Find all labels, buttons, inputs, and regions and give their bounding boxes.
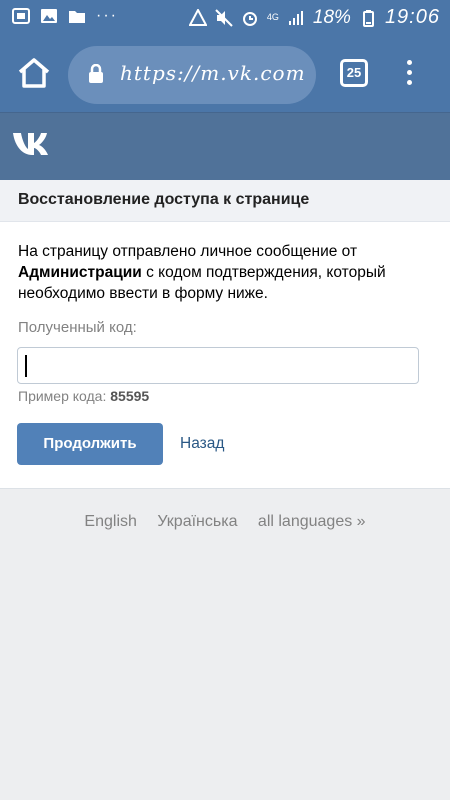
warning-icon — [188, 8, 207, 26]
home-icon[interactable] — [16, 56, 52, 90]
language-english-link[interactable]: English — [84, 513, 136, 530]
more-notifications-icon: ··· — [96, 7, 118, 24]
code-field-label: Полученный код: — [18, 319, 137, 336]
language-links: English Українська all languages » — [0, 513, 450, 531]
code-input[interactable] — [17, 347, 419, 384]
code-example-label: Пример кода: — [18, 388, 111, 404]
battery-icon — [362, 9, 374, 27]
code-example: Пример кода: 85595 — [18, 388, 149, 404]
alarm-icon — [242, 11, 257, 26]
page-title: Восстановление доступа к странице — [18, 191, 310, 208]
site-header — [0, 112, 450, 180]
overflow-menu-icon[interactable] — [404, 60, 414, 88]
screenshot-icon — [12, 8, 30, 24]
lock-icon — [89, 64, 103, 83]
tabs-count-button[interactable]: 25 — [340, 59, 368, 87]
network-type-label: 4G — [266, 12, 279, 22]
signal-icon — [288, 10, 303, 25]
url-text[interactable]: https://m.vk.com — [120, 61, 306, 85]
language-ukrainian-link[interactable]: Українська — [157, 513, 237, 530]
folder-icon — [69, 11, 85, 23]
mute-icon — [215, 8, 233, 27]
address-bar[interactable]: https://m.vk.com — [68, 46, 316, 104]
battery-percent: 18% — [312, 6, 351, 28]
recovery-card: Восстановление доступа к странице На стр… — [0, 180, 450, 489]
message-sender: Администрации — [18, 264, 142, 281]
continue-button[interactable]: Продолжить — [17, 423, 163, 465]
info-message: На страницу отправлено личное сообщение … — [18, 241, 428, 304]
card-header: Восстановление доступа к странице — [0, 180, 450, 222]
back-link[interactable]: Назад — [180, 435, 224, 453]
gallery-icon — [41, 9, 57, 23]
clock-time: 19:06 — [384, 6, 440, 28]
status-left-icons: ··· — [12, 7, 118, 25]
vk-logo-icon[interactable] — [12, 129, 58, 159]
status-bar: ··· 4G 18% 19:06 — [0, 0, 450, 34]
code-example-value: 85595 — [110, 388, 150, 404]
status-right-icons: 4G 18% 19:06 — [188, 6, 440, 29]
message-text-1: На страницу отправлено личное сообщение … — [18, 243, 358, 260]
all-languages-link[interactable]: all languages » — [258, 513, 366, 530]
browser-toolbar: https://m.vk.com 25 — [0, 34, 450, 112]
text-caret — [25, 355, 27, 377]
